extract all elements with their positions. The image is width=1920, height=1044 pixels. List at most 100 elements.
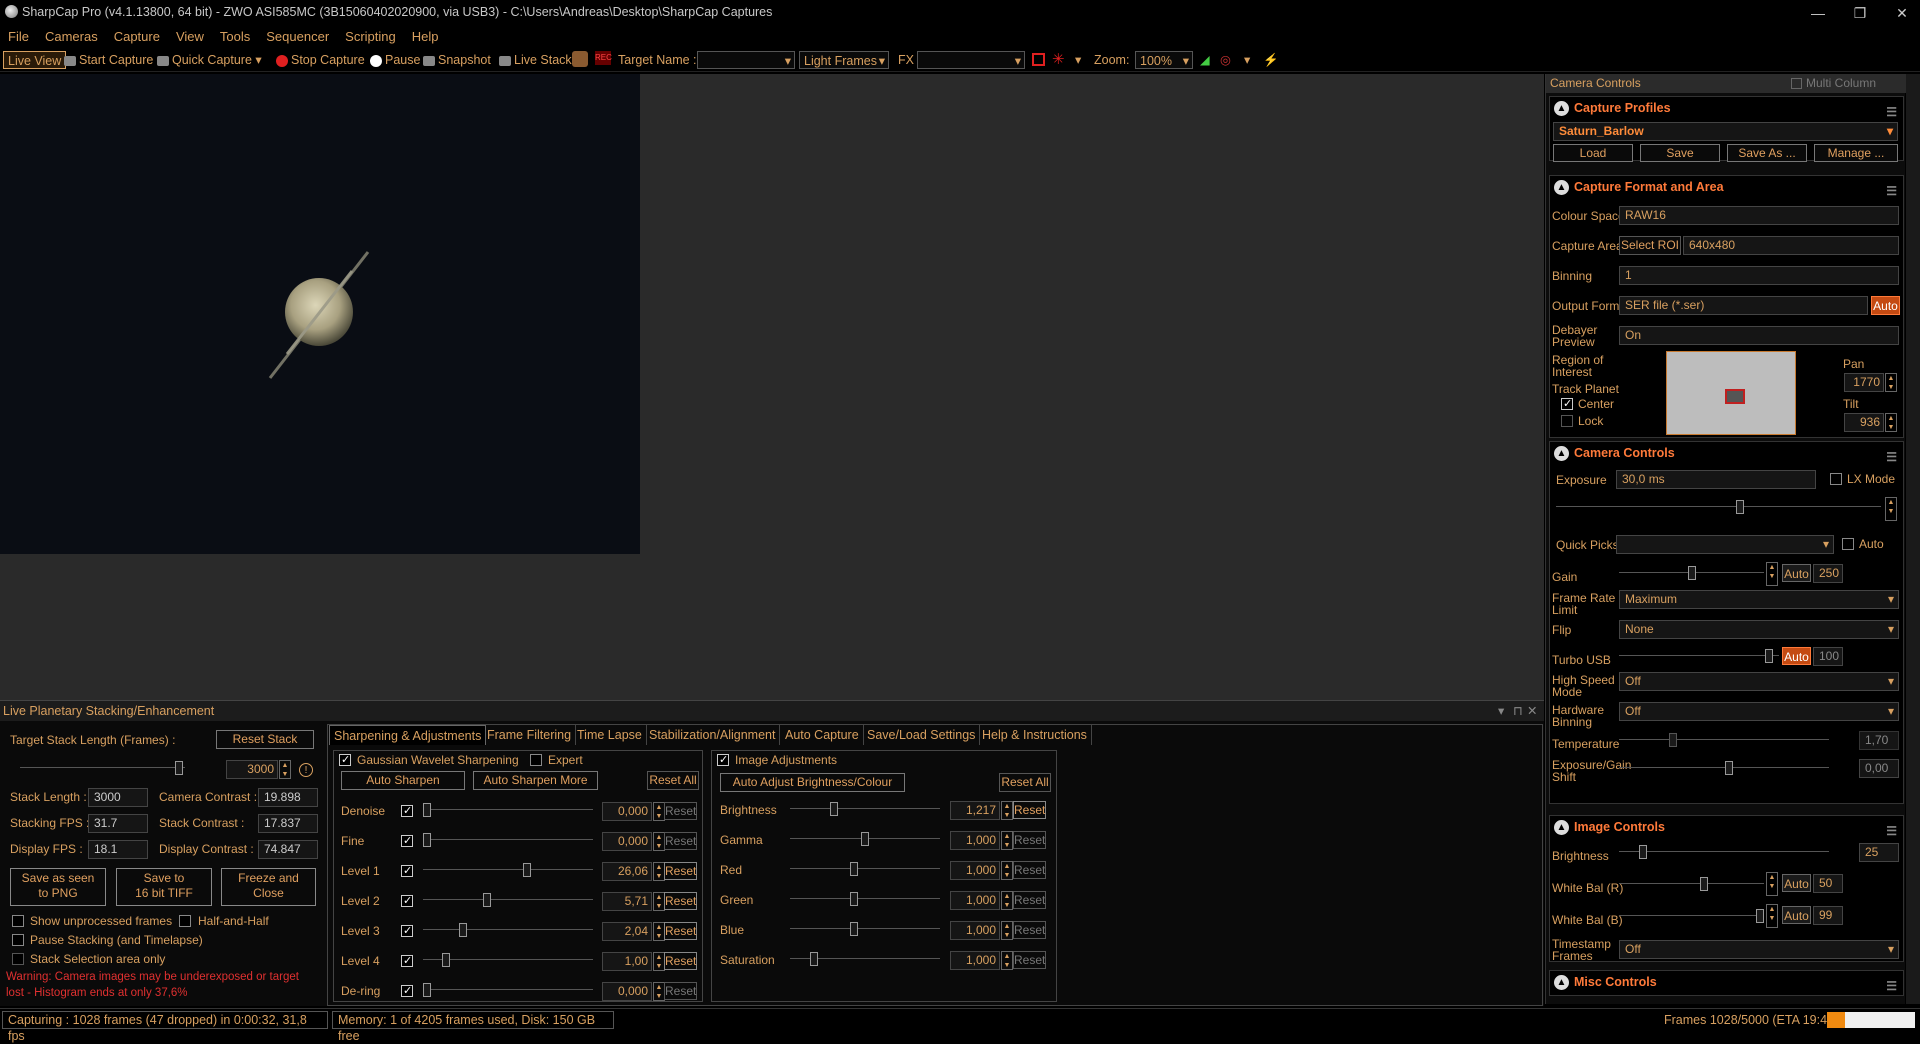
brightness-value-field[interactable]: 25 (1859, 843, 1899, 862)
row-reset-button[interactable]: Reset (664, 832, 697, 850)
start-capture-button[interactable]: Start Capture (64, 51, 153, 69)
row-reset-button[interactable]: Reset (1013, 831, 1046, 849)
expert-checkbox[interactable] (530, 754, 542, 766)
row-enable-checkbox[interactable] (401, 984, 413, 997)
row-spinner[interactable]: ▲ ▼ (1001, 831, 1013, 850)
menu-icon[interactable]: ☰ (1886, 820, 1897, 842)
capture-area-dropdown[interactable]: 640x480 (1683, 236, 1899, 255)
turbo-usb-value-field[interactable]: 100 (1813, 647, 1843, 666)
turbo-usb-auto-button[interactable]: Auto (1782, 647, 1811, 665)
row-spinner[interactable]: ▲ ▼ (1001, 861, 1013, 880)
row-value-input[interactable]: 1,000 (950, 921, 1000, 940)
reticle-icon[interactable] (1032, 53, 1045, 66)
brightness-slider[interactable] (1619, 845, 1829, 859)
colour-space-dropdown[interactable]: RAW16 (1619, 206, 1899, 225)
row-slider[interactable] (423, 893, 593, 907)
save-tiff-button[interactable]: Save to 16 bit TIFF (116, 868, 212, 906)
exposure-input[interactable]: 30,0 ms (1616, 470, 1816, 489)
row-enable-checkbox[interactable] (401, 894, 413, 907)
sharpening-reset-all-button[interactable]: Reset All (647, 771, 699, 790)
quick-capture-button[interactable]: Quick Capture ▾ (157, 51, 262, 69)
fx-dropdown[interactable]: ▾ (917, 51, 1025, 69)
row-reset-button[interactable]: Reset (1013, 801, 1046, 819)
stop-capture-button[interactable]: Stop Capture (276, 51, 365, 69)
exposure-gain-shift-slider[interactable] (1619, 761, 1829, 775)
roi-marker[interactable] (1725, 389, 1745, 404)
row-slider[interactable] (423, 833, 593, 847)
live-preview-image[interactable] (0, 74, 640, 554)
row-slider[interactable] (790, 802, 940, 816)
row-spinner[interactable]: ▲ ▼ (1001, 951, 1013, 970)
menu-cameras[interactable]: Cameras (37, 26, 106, 48)
menu-view[interactable]: View (168, 26, 212, 48)
multi-column-checkbox[interactable] (1791, 78, 1802, 89)
maximize-button[interactable]: ❐ (1841, 2, 1879, 24)
row-spinner[interactable]: ▲ ▼ (1001, 891, 1013, 910)
tab-frame-filtering[interactable]: Frame Filtering (483, 725, 577, 745)
row-enable-checkbox[interactable] (401, 804, 413, 817)
menu-icon[interactable]: ☰ (1886, 975, 1897, 997)
row-reset-button[interactable]: Reset (1013, 921, 1046, 939)
image-adjustments-checkbox[interactable] (717, 753, 729, 766)
target-stack-length-slider[interactable] (20, 761, 185, 775)
white-bal-b-auto-button[interactable]: Auto (1782, 906, 1811, 924)
manage-profiles-button[interactable]: Manage ... (1814, 144, 1898, 162)
output-format-dropdown[interactable]: SER file (*.ser) (1619, 296, 1868, 315)
row-value-input[interactable]: 1,00 (602, 952, 652, 971)
row-value-input[interactable]: 0,000 (602, 832, 652, 851)
row-slider[interactable] (790, 952, 940, 966)
info-icon[interactable]: ! (299, 763, 313, 777)
auto-sharpen-button[interactable]: Auto Sharpen (341, 771, 465, 790)
row-value-input[interactable]: 1,000 (950, 831, 1000, 850)
tilt-spinner[interactable]: ▲ ▼ (1885, 413, 1897, 432)
target-stack-length-input[interactable]: 3000 (226, 760, 278, 779)
gain-value-field[interactable]: 250 (1813, 564, 1843, 583)
menu-icon[interactable]: ☰ (1886, 446, 1897, 468)
pause-button[interactable]: Pause (370, 51, 420, 69)
row-value-input[interactable]: 0,000 (602, 982, 652, 1001)
show-unprocessed-checkbox[interactable] (12, 915, 24, 927)
crosshair-icon[interactable]: ✳ (1052, 51, 1065, 69)
menu-file[interactable]: File (0, 26, 37, 48)
chevron-down-icon[interactable]: ▾ (1244, 51, 1250, 69)
row-slider[interactable] (790, 922, 940, 936)
row-reset-button[interactable]: Reset (664, 982, 697, 1000)
row-reset-button[interactable]: Reset (664, 892, 697, 910)
pan-spinner[interactable]: ▲ ▼ (1885, 373, 1897, 392)
polar-align-icon[interactable]: ⚡ (1263, 51, 1279, 69)
menu-icon[interactable]: ☰ (1886, 101, 1897, 123)
row-value-input[interactable]: 1,000 (950, 891, 1000, 910)
pin-icon[interactable]: ⊓ (1513, 701, 1523, 721)
exposure-slider[interactable] (1556, 500, 1881, 514)
white-bal-b-value-field[interactable]: 99 (1813, 906, 1843, 925)
auto-sharpen-more-button[interactable]: Auto Sharpen More (473, 771, 598, 790)
row-value-input[interactable]: 26,06 (602, 862, 652, 881)
close-icon[interactable]: ✕ (1527, 701, 1537, 721)
snapshot-button[interactable]: Snapshot (423, 51, 491, 69)
row-value-input[interactable]: 1,000 (950, 951, 1000, 970)
row-value-input[interactable]: 5,71 (602, 892, 652, 911)
menu-tools[interactable]: Tools (212, 26, 258, 48)
planet-icon[interactable] (572, 51, 588, 67)
tab-auto-capture[interactable]: Auto Capture (781, 725, 864, 745)
row-slider[interactable] (423, 863, 593, 877)
menu-scripting[interactable]: Scripting (337, 26, 404, 48)
row-slider[interactable] (423, 923, 593, 937)
debayer-preview-dropdown[interactable]: On (1619, 326, 1899, 345)
auto-adjust-button[interactable]: Auto Adjust Brightness/Colour (720, 773, 905, 792)
menu-capture[interactable]: Capture (106, 26, 168, 48)
white-bal-r-slider[interactable] (1619, 877, 1764, 891)
row-reset-button[interactable]: Reset (664, 802, 697, 820)
tab-sharpening[interactable]: Sharpening & Adjustments (329, 725, 487, 745)
chevron-down-icon[interactable]: ▾ (1498, 701, 1504, 721)
roi-map[interactable] (1666, 351, 1796, 435)
quick-picks-dropdown[interactable]: ▾ (1616, 535, 1834, 554)
wavelet-sharpening-checkbox[interactable] (339, 753, 351, 766)
row-reset-button[interactable]: Reset (664, 862, 697, 880)
output-format-auto-button[interactable]: Auto (1871, 296, 1900, 315)
row-reset-button[interactable]: Reset (1013, 891, 1046, 909)
row-enable-checkbox[interactable] (401, 954, 413, 967)
row-enable-checkbox[interactable] (401, 834, 413, 847)
exposure-gain-shift-value-field[interactable]: 0,00 (1859, 759, 1899, 778)
exposure-spinner[interactable]: ▲ ▼ (1885, 497, 1897, 521)
